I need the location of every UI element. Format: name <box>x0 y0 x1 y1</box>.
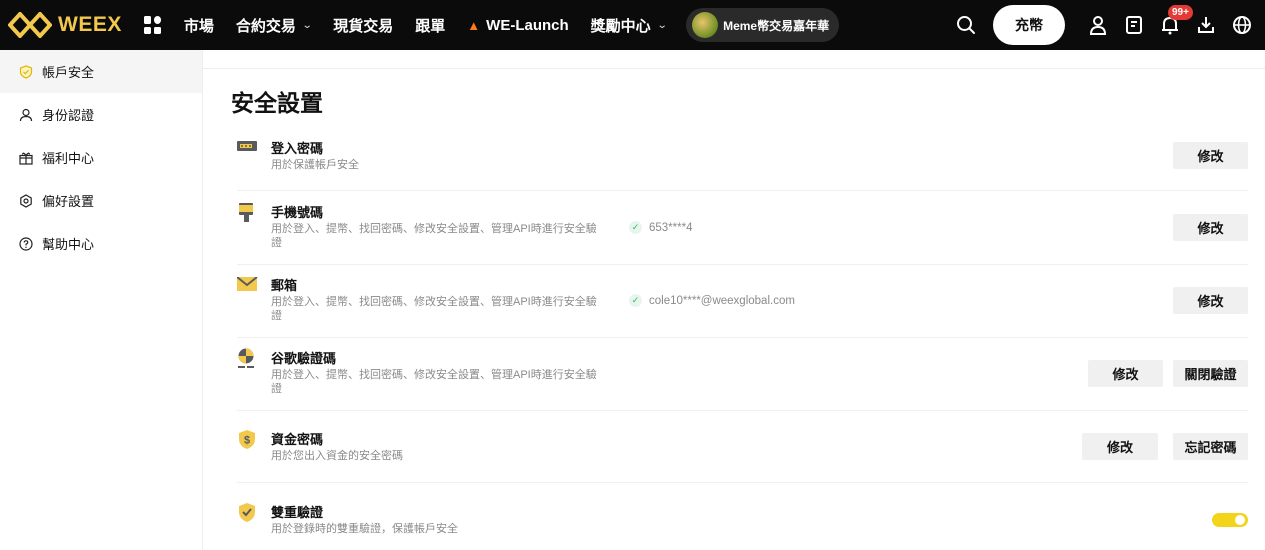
nav-item-market[interactable]: 市場 <box>184 15 214 36</box>
email-masked: cole10****@weexglobal.com <box>649 294 795 307</box>
fire-icon: ▲ <box>467 17 481 33</box>
modify-fund-password-button[interactable]: 修改 <box>1082 433 1158 460</box>
modify-phone-button[interactable]: 修改 <box>1173 214 1248 241</box>
user-icon <box>19 108 33 122</box>
modify-google-auth-button[interactable]: 修改 <box>1088 360 1163 387</box>
orders-icon[interactable] <box>1123 14 1145 36</box>
weex-logo[interactable]: WEEX <box>8 0 122 50</box>
toggle-knob <box>1235 515 1245 525</box>
google-authenticator-icon <box>237 348 259 370</box>
nav-item-label: 現貨交易 <box>333 17 394 35</box>
modify-login-password-button[interactable]: 修改 <box>1173 142 1248 169</box>
sidebar-item-label: 福利中心 <box>42 151 95 166</box>
phone-icon <box>237 202 259 224</box>
security-row-2fa: 雙重驗證 用於登錄時的雙重驗證，保護帳戶安全 <box>237 502 1248 550</box>
verified-check-icon: ✓ <box>629 294 642 307</box>
row-title: 谷歌驗證碼 <box>271 351 337 366</box>
row-description: 用於登入、提幣、找回密碼、修改安全設置、管理API時進行安全驗證 <box>271 223 597 249</box>
search-icon[interactable] <box>955 14 977 36</box>
nav-right-actions: 充幣 99+ <box>941 0 1265 50</box>
meme-promo-banner[interactable]: Meme幣交易嘉年華 <box>686 8 840 42</box>
row-description: 用於登錄時的雙重驗證，保護帳戶安全 <box>271 523 458 535</box>
gift-icon <box>19 151 33 165</box>
two-factor-toggle[interactable] <box>1212 513 1248 527</box>
apps-grid-icon[interactable] <box>143 16 162 34</box>
verified-check-icon: ✓ <box>629 221 642 234</box>
security-row-phone: 手機號碼 用於登入、提幣、找回密碼、修改安全設置、管理API時進行安全驗證 ✓ … <box>237 202 1248 265</box>
meme-promo-label: Meme幣交易嘉年華 <box>723 18 830 33</box>
modify-email-button[interactable]: 修改 <box>1173 287 1248 314</box>
nav-item-label: 獎勵中心 <box>590 17 651 35</box>
security-row-login-password: 登入密碼 用於保護帳戶安全 修改 <box>237 138 1248 191</box>
sidebar-item-label: 身份認證 <box>42 108 95 123</box>
sidebar-item-account-security[interactable]: 帳戶安全 <box>0 50 202 93</box>
sidebar: 帳戶安全 身份認證 福利中心 偏好設置 幫助中心 <box>0 50 203 550</box>
nav-item-label: 市場 <box>183 17 214 35</box>
nav-item-copy-trading[interactable]: 跟單 <box>415 15 445 36</box>
svg-text:$: $ <box>244 435 250 447</box>
sidebar-item-help[interactable]: 幫助中心 <box>0 222 202 265</box>
nav-item-label: WE-Launch <box>486 16 569 34</box>
main-content: 安全設置 登入密碼 用於保護帳戶安全 修改 手機號碼 用於登入、提幣、找回密碼、… <box>203 50 1265 550</box>
sidebar-item-label: 帳戶安全 <box>42 65 95 80</box>
email-status: ✓ cole10****@weexglobal.com <box>629 294 795 307</box>
sidebar-item-label: 幫助中心 <box>42 237 95 252</box>
row-title: 手機號碼 <box>271 205 324 220</box>
phone-status: ✓ 653****4 <box>629 221 692 234</box>
weex-logo-icon <box>8 12 52 38</box>
password-icon <box>237 139 259 161</box>
row-description: 用於您出入資金的安全密碼 <box>271 450 403 462</box>
nav-item-rewards[interactable]: 獎勵中心 ⌄ <box>590 15 668 36</box>
chevron-down-icon: ⌄ <box>656 19 668 31</box>
security-row-fund-password: $ 資金密碼 用於您出入資金的安全密碼 修改 忘記密碼 <box>237 429 1248 483</box>
fund-shield-icon: $ <box>237 429 259 451</box>
security-row-google-auth: 谷歌驗證碼 用於登入、提幣、找回密碼、修改安全設置、管理API時進行安全驗證 修… <box>237 348 1248 411</box>
sidebar-item-benefits[interactable]: 福利中心 <box>0 136 202 179</box>
nav-item-we-launch[interactable]: ▲ WE-Launch <box>467 17 568 34</box>
nav-item-spot[interactable]: 現貨交易 <box>333 15 393 36</box>
shield-icon <box>19 64 33 79</box>
row-description: 用於登入、提幣、找回密碼、修改安全設置、管理API時進行安全驗證 <box>271 369 597 395</box>
user-icon[interactable] <box>1087 14 1109 36</box>
download-icon[interactable] <box>1195 14 1217 36</box>
page-title: 安全設置 <box>231 90 323 116</box>
deposit-button[interactable]: 充幣 <box>993 5 1065 45</box>
notification-badge: 99+ <box>1168 5 1193 20</box>
brand-name: WEEX <box>58 13 122 36</box>
help-icon <box>19 236 33 251</box>
phone-masked: 653****4 <box>649 221 693 234</box>
row-description: 用於登入、提幣、找回密碼、修改安全設置、管理API時進行安全驗證 <box>271 296 597 322</box>
disable-google-auth-button[interactable]: 關閉驗證 <box>1173 360 1248 387</box>
sidebar-item-preferences[interactable]: 偏好設置 <box>0 179 202 222</box>
nav-item-label: 合約交易 <box>235 17 296 35</box>
row-title: 資金密碼 <box>271 432 324 447</box>
row-title: 雙重驗證 <box>271 505 324 520</box>
row-title: 登入密碼 <box>271 141 324 156</box>
row-description: 用於保護帳戶安全 <box>271 159 359 171</box>
nav-item-label: 跟單 <box>415 17 446 35</box>
email-icon <box>236 276 259 299</box>
forgot-fund-password-button[interactable]: 忘記密碼 <box>1173 433 1248 460</box>
sidebar-item-label: 偏好設置 <box>42 194 95 209</box>
globe-language-icon[interactable] <box>1231 14 1253 36</box>
sidebar-item-identity[interactable]: 身份認證 <box>0 93 202 136</box>
settings-icon <box>19 193 33 208</box>
meme-promo-icon <box>692 12 719 38</box>
security-row-email: 郵箱 用於登入、提幣、找回密碼、修改安全設置、管理API時進行安全驗證 ✓ co… <box>236 275 1248 338</box>
top-nav: WEEX 市場 合約交易 ⌄ 現貨交易 跟單 ▲ WE-Launch 獎勵中心 … <box>0 0 1265 50</box>
row-title: 郵箱 <box>271 278 298 293</box>
nav-item-futures[interactable]: 合約交易 ⌄ <box>235 15 313 36</box>
divider <box>203 68 1265 69</box>
two-factor-shield-icon <box>237 502 259 524</box>
notification-bell-icon[interactable]: 99+ <box>1159 5 1193 36</box>
chevron-down-icon: ⌄ <box>301 19 313 31</box>
